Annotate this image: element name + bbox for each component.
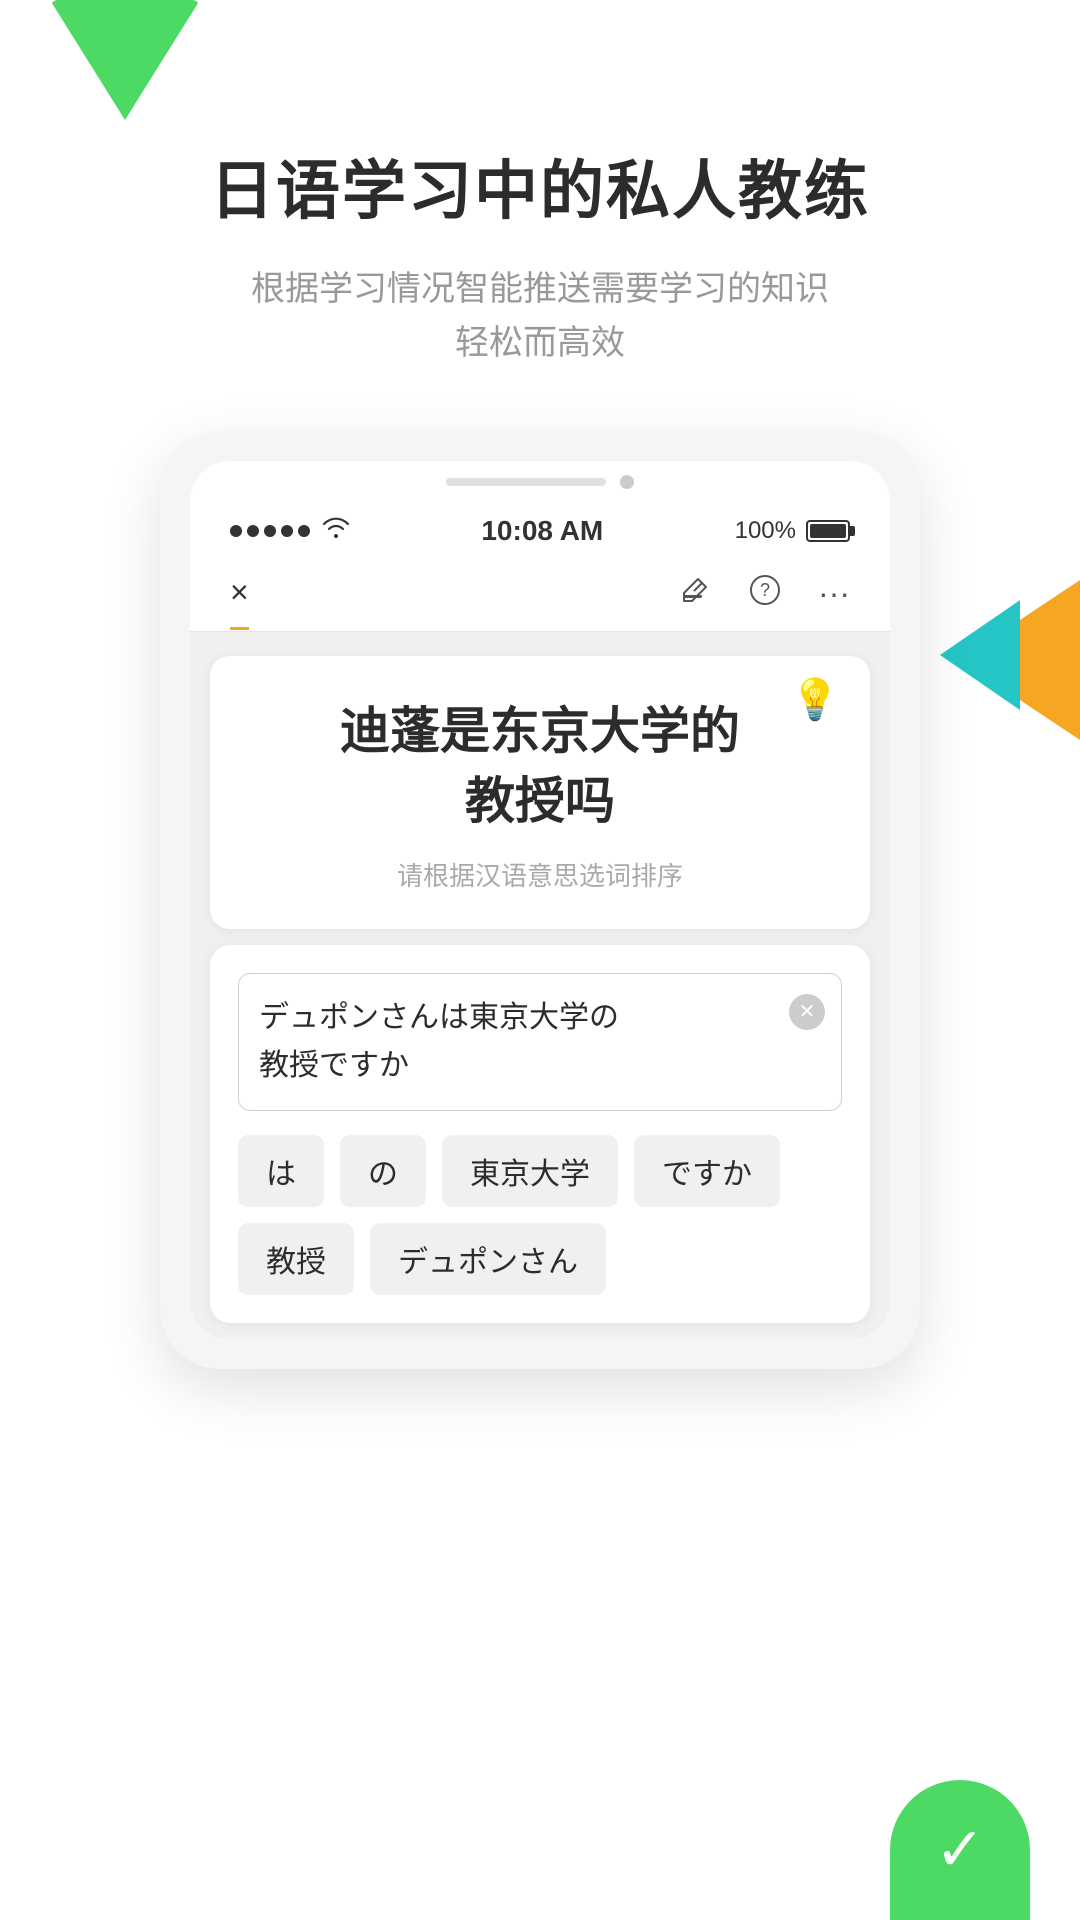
- signal-dot-4: [281, 525, 293, 537]
- subtitle-line1: 根据学习情况智能推送需要学习的知识: [251, 262, 829, 316]
- more-icon[interactable]: ···: [818, 575, 850, 612]
- battery-percent: 100%: [735, 517, 796, 545]
- clear-icon: ✕: [799, 999, 816, 1024]
- question-hint: 请根据汉语意思选词排序: [250, 856, 830, 893]
- question-line1: 迪蓬是东京大学的: [250, 696, 830, 766]
- nav-bar: × ? ···: [190, 557, 890, 632]
- answer-input-text: デュポンさんは東京大学の 教授ですか: [259, 994, 821, 1090]
- answer-input-area[interactable]: デュポンさんは東京大学の 教授ですか ✕: [238, 973, 842, 1111]
- word-chip-kyoju[interactable]: 教授: [238, 1223, 354, 1295]
- phone-mockup: 10:08 AM 100% ×: [160, 431, 920, 1369]
- word-chip-dupon[interactable]: デュポンさん: [370, 1223, 606, 1295]
- question-card: 💡 迪蓬是东京大学的 教授吗 请根据汉语意思选词排序: [210, 656, 870, 929]
- hint-bulb-icon: 💡: [790, 676, 840, 723]
- word-chip-todai[interactable]: 東京大学: [442, 1135, 618, 1207]
- word-chip-desuka[interactable]: ですか: [634, 1135, 780, 1207]
- subtitle-line2: 轻松而高效: [251, 316, 829, 370]
- word-chip-no[interactable]: の: [340, 1135, 426, 1207]
- word-chip-label: デュポンさん: [398, 1246, 578, 1279]
- help-icon[interactable]: ?: [748, 573, 782, 615]
- status-bar: 10:08 AM 100%: [190, 495, 890, 557]
- answer-line1: デュポンさんは東京大学の: [259, 994, 821, 1042]
- wifi-icon: [322, 516, 350, 545]
- status-time: 10:08 AM: [481, 515, 603, 547]
- answer-card: デュポンさんは東京大学の 教授ですか ✕ は の: [210, 945, 870, 1323]
- nav-right-icons: ? ···: [678, 573, 850, 631]
- question-line2: 教授吗: [250, 766, 830, 836]
- battery-icon: [806, 520, 850, 542]
- progress-track: [446, 478, 606, 486]
- phone-inner: 10:08 AM 100% ×: [190, 461, 890, 1339]
- clear-button[interactable]: ✕: [789, 994, 825, 1030]
- bottom-check-decoration: ✓: [890, 1780, 1030, 1920]
- word-chip-label: は: [266, 1158, 296, 1191]
- progress-fill: [446, 478, 574, 486]
- close-button[interactable]: ×: [230, 574, 249, 630]
- signal-dot-5: [298, 525, 310, 537]
- signal-dot-3: [264, 525, 276, 537]
- word-chip-label: 教授: [266, 1246, 326, 1279]
- answer-line2: 教授ですか: [259, 1042, 821, 1090]
- svg-text:?: ?: [760, 580, 770, 600]
- status-right: 100%: [735, 517, 850, 545]
- status-left: [230, 516, 350, 545]
- app-subtitle: 根据学习情况智能推送需要学习的知识 轻松而高效: [251, 262, 829, 371]
- word-chips-container: は の 東京大学 ですか 教授 デュポンさん: [238, 1135, 842, 1295]
- battery-fill: [810, 524, 846, 538]
- question-text: 迪蓬是东京大学的 教授吗: [250, 696, 830, 836]
- word-chip-ha[interactable]: は: [238, 1135, 324, 1207]
- progress-dot: [620, 475, 634, 489]
- word-chip-label: の: [368, 1158, 398, 1191]
- signal-dots: [230, 525, 310, 537]
- app-title: 日语学习中的私人教练: [210, 140, 870, 232]
- word-chip-label: 東京大学: [470, 1158, 590, 1191]
- edit-icon[interactable]: [678, 573, 712, 615]
- signal-dot-2: [247, 525, 259, 537]
- check-icon: ✓: [935, 1820, 985, 1880]
- signal-dot-1: [230, 525, 242, 537]
- word-chip-label: ですか: [662, 1158, 752, 1191]
